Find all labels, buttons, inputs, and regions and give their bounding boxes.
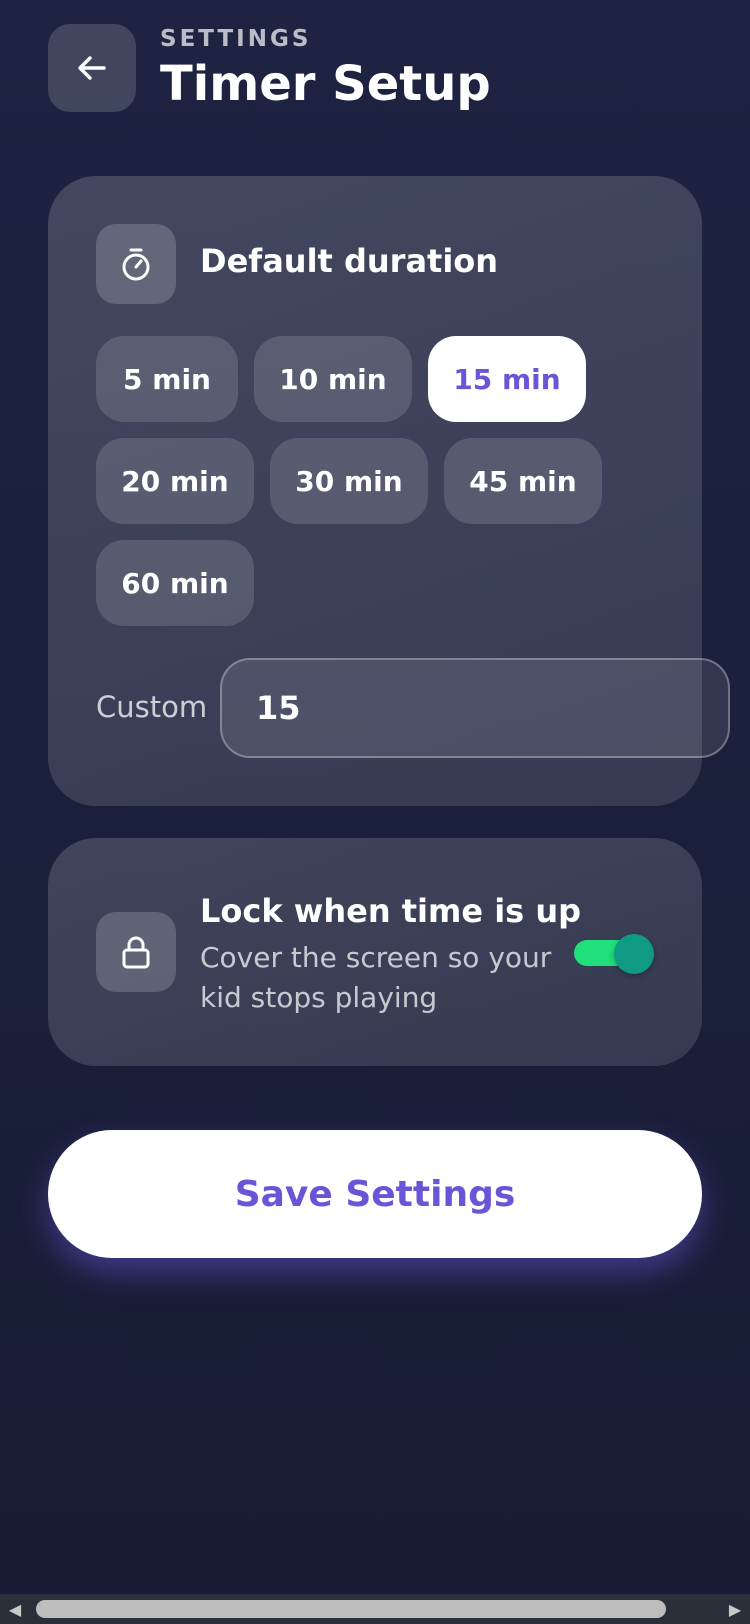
lock-description: Cover the screen so your kid stops playi…	[200, 941, 552, 1014]
custom-duration-input[interactable]: 15	[220, 658, 730, 758]
arrow-left-icon	[78, 56, 106, 80]
lock-icon	[122, 936, 150, 969]
lock-card: Lock when time is up Cover the screen so…	[48, 838, 702, 1066]
scroll-right-arrow-icon[interactable]: ▶	[720, 1594, 750, 1624]
duration-option-60[interactable]: 60 min	[96, 540, 254, 626]
custom-duration-label: Custom	[96, 690, 208, 724]
page-eyebrow: SETTINGS	[160, 26, 312, 52]
lock-icon-box	[96, 912, 176, 992]
back-button[interactable]	[48, 24, 136, 112]
save-settings-button[interactable]: Save Settings	[48, 1130, 702, 1258]
duration-option-5[interactable]: 5 min	[96, 336, 238, 422]
scrollbar-thumb[interactable]	[36, 1600, 666, 1618]
page-title: Timer Setup	[160, 56, 491, 112]
toggle-thumb	[614, 934, 654, 974]
lock-toggle[interactable]	[574, 934, 654, 974]
duration-option-20[interactable]: 20 min	[96, 438, 254, 524]
lock-title: Lock when time is up	[200, 892, 582, 930]
duration-option-15[interactable]: 15 min	[428, 336, 586, 422]
duration-option-30[interactable]: 30 min	[270, 438, 428, 524]
duration-option-45[interactable]: 45 min	[444, 438, 602, 524]
stopwatch-icon	[122, 248, 150, 281]
page-header: SETTINGS Timer Setup	[48, 24, 708, 112]
duration-title: Default duration	[200, 242, 499, 280]
duration-option-10[interactable]: 10 min	[254, 336, 412, 422]
horizontal-scrollbar[interactable]: ◀ ▶	[0, 1594, 750, 1624]
duration-card: Default duration 5 min 10 min 15 min 20 …	[48, 176, 730, 806]
stopwatch-icon-box	[96, 224, 176, 304]
scroll-left-arrow-icon[interactable]: ◀	[0, 1594, 30, 1624]
